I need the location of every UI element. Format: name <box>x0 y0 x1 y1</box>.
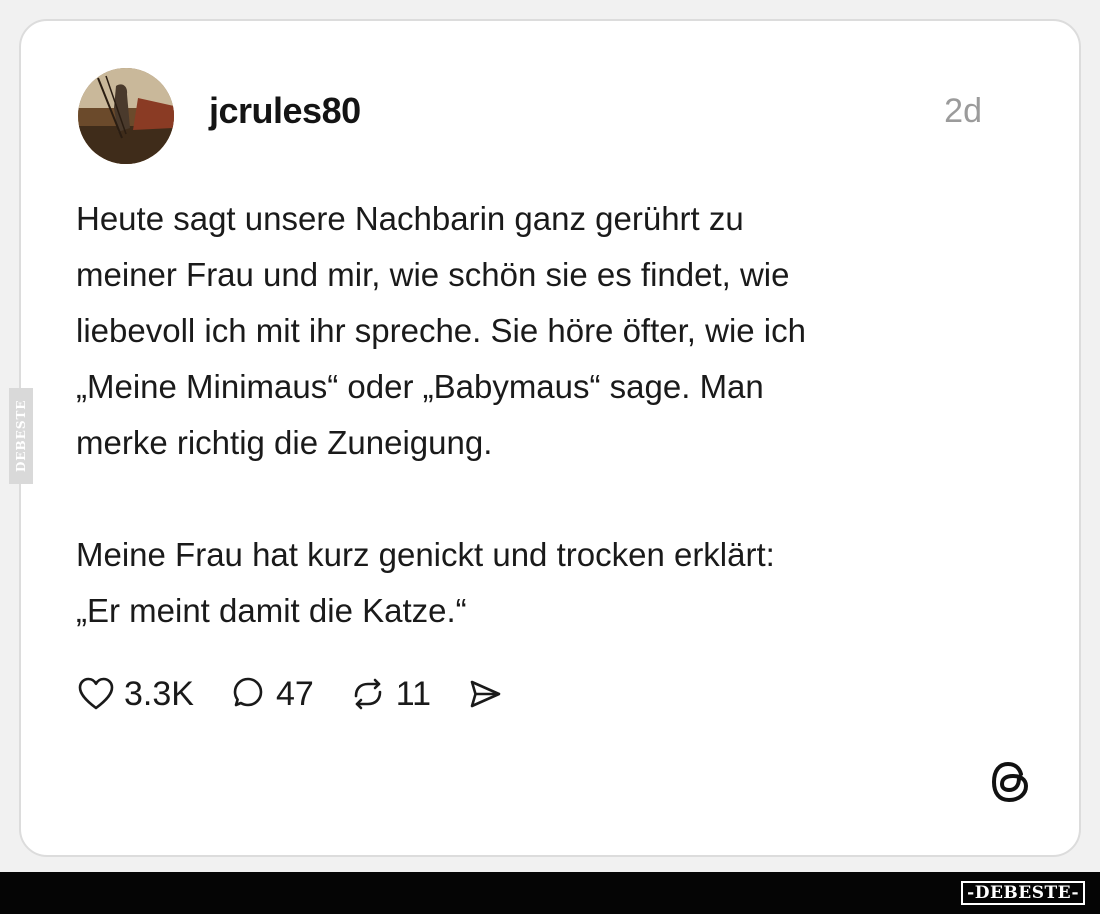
threads-logo-icon <box>986 757 1036 807</box>
action-bar: 3.3K 47 11 <box>76 670 539 718</box>
repost-button[interactable]: 11 <box>348 674 431 714</box>
repost-count: 11 <box>395 674 432 713</box>
post-card: jcrules80 2d Heute sagt unsere Nachbarin… <box>19 19 1081 857</box>
like-count: 3.3K <box>124 674 194 713</box>
username[interactable]: jcrules80 <box>209 90 361 132</box>
comment-count: 47 <box>275 674 314 713</box>
avatar-image <box>78 68 174 164</box>
post-paragraph-1: Heute sagt unsere Nachbarin ganz gerührt… <box>76 200 806 461</box>
footer-bar: -DEBESTE- <box>0 872 1100 914</box>
send-icon <box>470 680 501 708</box>
heart-icon <box>78 677 114 710</box>
post-paragraph-2: Meine Frau hat kurz genickt und trocken … <box>76 536 775 629</box>
comment-bubble-icon <box>233 677 263 707</box>
share-button[interactable] <box>465 674 505 714</box>
post-timestamp: 2d <box>944 92 982 130</box>
side-watermark: DEBESTE <box>9 388 33 484</box>
like-button[interactable]: 3.3K <box>76 674 194 714</box>
post-text: Heute sagt unsere Nachbarin ganz gerührt… <box>76 191 1036 639</box>
avatar[interactable] <box>78 68 174 164</box>
repost-icon <box>354 678 382 710</box>
footer-watermark: -DEBESTE- <box>961 881 1085 905</box>
comment-button[interactable]: 47 <box>228 674 314 714</box>
